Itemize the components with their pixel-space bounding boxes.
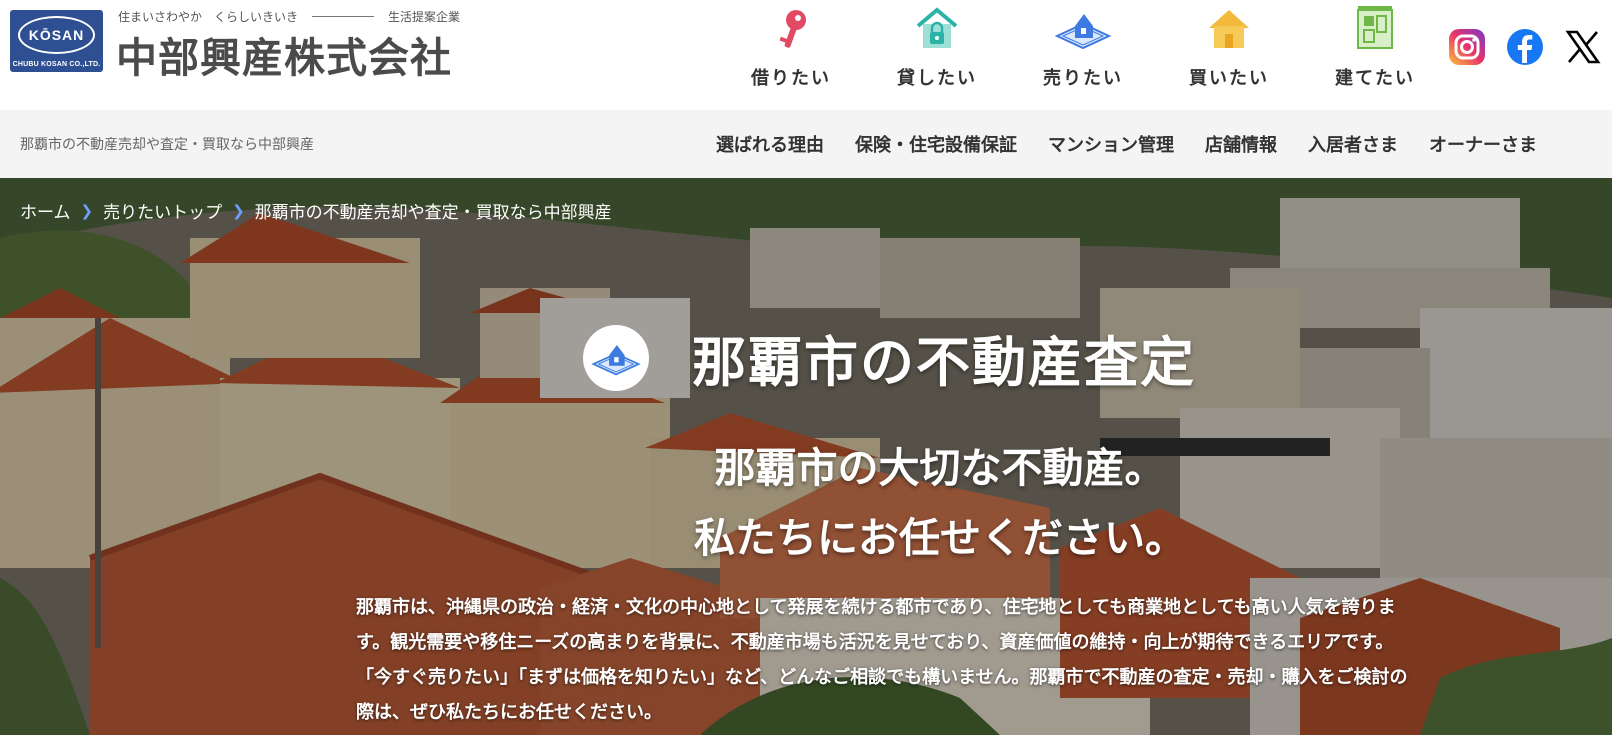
- instagram-link[interactable]: [1447, 27, 1487, 67]
- house-lock-icon: [916, 7, 958, 48]
- tagline-right: 生活提案企業: [388, 10, 461, 24]
- site-header: KŌSAN CHUBU KOSAN CO.,LTD. 住まいさわやか くらしいき…: [0, 0, 1612, 110]
- desc-line-1: 那覇市は、沖縄県の政治・経済・文化の中心地として発展を続ける都市であり、住宅地と…: [356, 597, 1396, 618]
- hero-heading: 那覇市の不動産査定: [583, 318, 1196, 397]
- desc-line-4: 際は、ぜひ私たちにお任せください。: [356, 702, 662, 723]
- catch-line-1: 那覇市の大切な不動産。: [714, 444, 1166, 492]
- nav-sell-label: 売りたい: [1043, 68, 1123, 89]
- desc-line-3: 「今すぐ売りたい」「まずは価格を知りたい」など、どんなご相談でも構いません。那覇…: [356, 667, 1408, 688]
- breadcrumb-current: 那覇市の不動産売却や査定・買取なら中部興産: [254, 203, 612, 223]
- nav-buy[interactable]: 買いたい: [1156, 0, 1302, 90]
- menu-condo-management[interactable]: マンション管理: [1048, 131, 1174, 157]
- house-plot-icon: [591, 344, 641, 375]
- logo-subtext: CHUBU KOSAN CO.,LTD.: [12, 61, 101, 68]
- facebook-link[interactable]: [1505, 27, 1545, 67]
- company-logo[interactable]: KŌSAN CHUBU KOSAN CO.,LTD.: [10, 10, 103, 72]
- nav-rent[interactable]: 借りたい: [718, 0, 864, 90]
- house-plot-icon: [1054, 14, 1112, 50]
- chevron-right-icon: ❯: [80, 201, 94, 220]
- page-title: 那覇市の不動産査定: [692, 331, 1196, 394]
- global-menu: 選ばれる理由 保険・住宅設備保証 マンション管理 店舗情報 入居者さま オーナー…: [716, 110, 1568, 178]
- tagline-divider: [312, 16, 375, 17]
- nav-sell[interactable]: 売りたい: [1010, 0, 1156, 90]
- catch-line-2: 私たちにお任せください。: [694, 514, 1186, 562]
- nav-build-label: 建てたい: [1335, 68, 1415, 89]
- hero-section: ホーム ❯ 売りたいトップ ❯ 那覇市の不動産売却や査定・買取なら中部興産 那覇…: [0, 178, 1612, 735]
- nav-lease[interactable]: 貸したい: [864, 0, 1010, 90]
- nav-lease-label: 貸したい: [897, 68, 977, 89]
- tagline-left: 住まいさわやか くらしいきいき: [118, 10, 299, 24]
- page-caption: 那覇市の不動産売却や査定・買取なら中部興産: [20, 137, 314, 153]
- logo-mark: KŌSAN: [18, 16, 95, 54]
- nav-rent-label: 借りたい: [751, 68, 831, 89]
- company-name[interactable]: 中部興産株式会社: [116, 24, 452, 84]
- menu-stores[interactable]: 店舗情報: [1205, 131, 1277, 157]
- menu-residents[interactable]: 入居者さま: [1308, 131, 1398, 157]
- menu-reasons[interactable]: 選ばれる理由: [716, 131, 824, 157]
- instagram-icon: [1449, 29, 1485, 65]
- nav-buy-label: 買いたい: [1189, 68, 1269, 89]
- purpose-nav: 借りたい 貸したい 売りたい 買いたい 建てたい: [718, 0, 1448, 90]
- tagline: 住まいさわやか くらしいきいき 生活提案企業: [118, 8, 478, 25]
- hero-description: 那覇市は、沖縄県の政治・経済・文化の中心地として発展を続ける都市であり、住宅地と…: [356, 590, 1526, 730]
- hero-badge: [583, 324, 649, 391]
- breadcrumb-home[interactable]: ホーム: [20, 198, 71, 223]
- menu-owners[interactable]: オーナーさま: [1429, 131, 1537, 157]
- chevron-right-icon: ❯: [232, 201, 245, 220]
- building-plan-icon: [1357, 6, 1393, 49]
- desc-line-2: す。観光需要や移住ニーズの高まりを背景に、不動産市場も活況を見せており、資産価値…: [356, 632, 1394, 653]
- facebook-icon: [1507, 29, 1543, 65]
- x-icon: [1565, 30, 1601, 64]
- hero-catchphrase: 那覇市の大切な不動産。 私たちにお任せください。: [620, 433, 1260, 573]
- menu-insurance[interactable]: 保険・住宅設備保証: [855, 131, 1017, 157]
- social-links: [1447, 27, 1603, 67]
- breadcrumb-sell-top[interactable]: 売りたいトップ: [103, 198, 222, 223]
- global-menu-bar: 那覇市の不動産売却や査定・買取なら中部興産 選ばれる理由 保険・住宅設備保証 マ…: [0, 110, 1612, 178]
- x-link[interactable]: [1563, 27, 1603, 67]
- house-icon: [1209, 10, 1249, 48]
- nav-build[interactable]: 建てたい: [1302, 0, 1448, 90]
- breadcrumb: ホーム ❯ 売りたいトップ ❯ 那覇市の不動産売却や査定・買取なら中部興産: [20, 198, 612, 224]
- key-icon: [779, 10, 806, 48]
